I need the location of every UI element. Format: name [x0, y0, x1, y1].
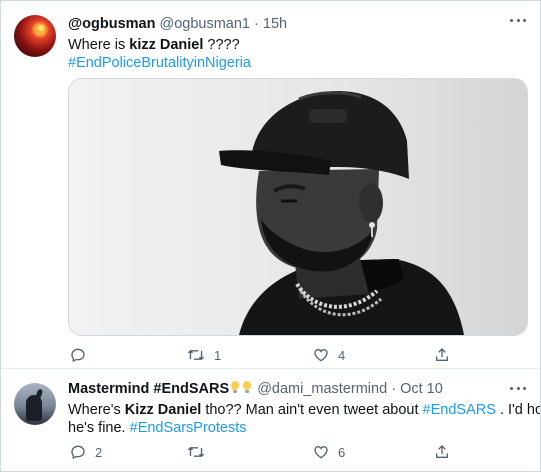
like-icon [314, 348, 328, 362]
user-handle[interactable]: @dami_mastermind [257, 381, 387, 397]
hashtag-link[interactable]: #EndSARS [423, 402, 496, 418]
reply-icon [71, 348, 85, 363]
avatar-detail [38, 25, 44, 31]
retweet-button[interactable]: 1 [187, 345, 221, 365]
like-count: 4 [338, 347, 346, 363]
header-separator: · [391, 381, 397, 397]
reply-count: 2 [95, 444, 103, 460]
tweet-text-segment: Where is [68, 37, 130, 53]
tweet-photo-image [69, 79, 527, 335]
tweet-actions: 2 6 [68, 442, 468, 462]
tweet-text-highlight: Kizz Daniel [124, 402, 202, 418]
retweet-icon [187, 350, 205, 360]
tweet-text-segment: he's fine. [68, 420, 130, 436]
tweet-text: Where is kizz Daniel ???? [68, 36, 240, 55]
tweet-header: @ogbusman @ogbusman1 · 15h [68, 15, 287, 33]
more-icon[interactable] [510, 17, 526, 23]
tweet-actions: 1 4 [68, 345, 468, 365]
avatar-detail [26, 395, 42, 421]
like-icon [314, 445, 328, 459]
user-handle[interactable]: @ogbusman1 [159, 16, 250, 32]
header-separator: · [254, 16, 259, 32]
display-name[interactable]: Mastermind #EndSARS [68, 381, 229, 397]
reply-button[interactable]: 2 [70, 442, 102, 462]
hashtag-link[interactable]: #EndSarsProtests [130, 420, 247, 436]
tweet-text: Where's Kizz Daniel tho?? Man ain't even… [68, 401, 540, 420]
tweet-photo[interactable] [68, 78, 528, 336]
like-button[interactable]: 6 [313, 442, 345, 462]
display-name[interactable]: @ogbusman [68, 16, 155, 32]
tweet-text-segment: ???? [203, 37, 240, 53]
like-button[interactable]: 4 [313, 345, 345, 365]
retweet-button[interactable] [187, 442, 214, 462]
avatar[interactable] [14, 15, 56, 57]
avatar[interactable] [14, 383, 56, 425]
more-icon[interactable] [510, 385, 526, 391]
tweet-timestamp[interactable]: Oct 10 [400, 381, 443, 397]
hashtag-link[interactable]: #EndPoliceBrutalityinNigeria [68, 54, 251, 73]
tweet-text-segment: tho?? Man ain't even tweet about [201, 402, 423, 418]
tweet-header: Mastermind #EndSARS @dami_mastermind · O… [68, 380, 443, 398]
reply-icon [71, 445, 85, 460]
tweet-text-highlight: kizz Daniel [129, 37, 204, 53]
retweet-icon [187, 447, 205, 457]
share-button[interactable] [434, 345, 450, 365]
timeline: @ogbusman @ogbusman1 · 15h Where is kizz… [0, 0, 541, 472]
like-count: 6 [338, 444, 346, 460]
light-bulb-emoji [230, 381, 240, 394]
share-icon [436, 348, 448, 361]
retweet-count: 1 [214, 347, 222, 363]
reply-button[interactable] [70, 345, 95, 365]
tweet-text-segment: Where's [68, 402, 125, 418]
light-bulb-emoji [242, 381, 252, 394]
share-icon [436, 445, 448, 458]
tweet-timestamp[interactable]: 15h [263, 16, 287, 32]
tweet-text-segment: . I'd hope [499, 402, 540, 418]
share-button[interactable] [434, 442, 450, 462]
tweet-text-line-2: he's fine. #EndSarsProtests [68, 419, 247, 438]
tweet[interactable]: @ogbusman @ogbusman1 · 15h Where is kizz… [1, 1, 540, 369]
